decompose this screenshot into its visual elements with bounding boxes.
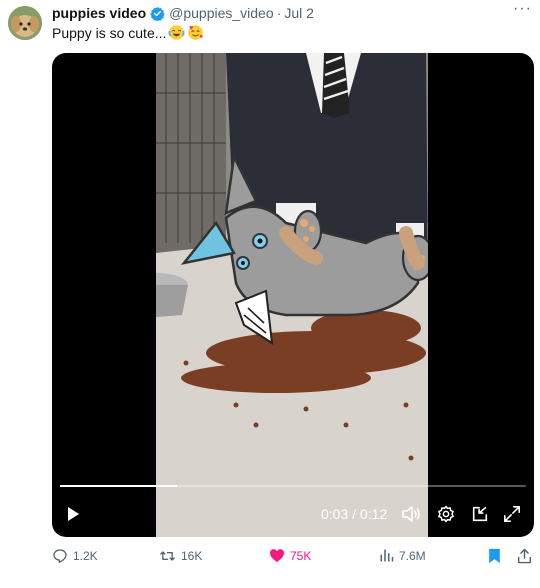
progress-bar-fill: [60, 485, 177, 487]
post-header: puppies video @puppies_video · Jul 2 ···: [52, 0, 532, 22]
tweet-text-row: Puppy is so cute...: [52, 24, 204, 41]
action-bar: 1.2K 16K 75K 7.6M: [52, 548, 534, 568]
video-player[interactable]: 0:03 / 0:12: [52, 53, 534, 537]
reply-count: 1.2K: [73, 549, 98, 563]
play-icon[interactable]: [64, 505, 82, 528]
time-display: 0:03 / 0:12: [321, 506, 388, 522]
separator-dot: ·: [276, 5, 282, 21]
repost-icon: [159, 548, 176, 564]
smiling-face-with-hearts-emoji: [187, 24, 204, 41]
handle[interactable]: @puppies_video: [169, 5, 274, 21]
repost-count: 16K: [181, 549, 203, 563]
share-button[interactable]: [517, 548, 532, 564]
settings-gear-icon[interactable]: [437, 505, 455, 528]
video-controls: 0:03 / 0:12: [52, 501, 534, 529]
progress-bar[interactable]: [60, 485, 526, 487]
like-count: 75K: [290, 548, 312, 563]
repost-button[interactable]: 16K: [159, 548, 202, 564]
avatar[interactable]: [8, 6, 42, 40]
view-count: 7.6M: [399, 548, 426, 563]
bookmark-icon: [488, 548, 501, 564]
like-button[interactable]: 75K: [269, 548, 311, 563]
fullscreen-icon[interactable]: [503, 505, 521, 528]
views-chart-icon: [379, 548, 394, 563]
post-date[interactable]: Jul 2: [284, 5, 314, 21]
reply-icon: [52, 548, 68, 564]
heart-icon: [269, 548, 285, 563]
share-icon: [517, 548, 532, 564]
display-name[interactable]: puppies video: [52, 5, 146, 21]
views-button[interactable]: 7.6M: [379, 548, 426, 563]
reply-button[interactable]: 1.2K: [52, 548, 98, 564]
picture-in-picture-icon[interactable]: [471, 505, 489, 528]
tears-of-joy-emoji: [168, 24, 185, 41]
bookmark-button[interactable]: [488, 548, 501, 564]
more-options-icon[interactable]: ···: [513, 0, 532, 18]
video-frame[interactable]: [156, 53, 428, 537]
tweet-text: Puppy is so cute...: [52, 24, 167, 41]
volume-icon[interactable]: [401, 505, 421, 528]
verified-badge-icon: [146, 6, 169, 21]
